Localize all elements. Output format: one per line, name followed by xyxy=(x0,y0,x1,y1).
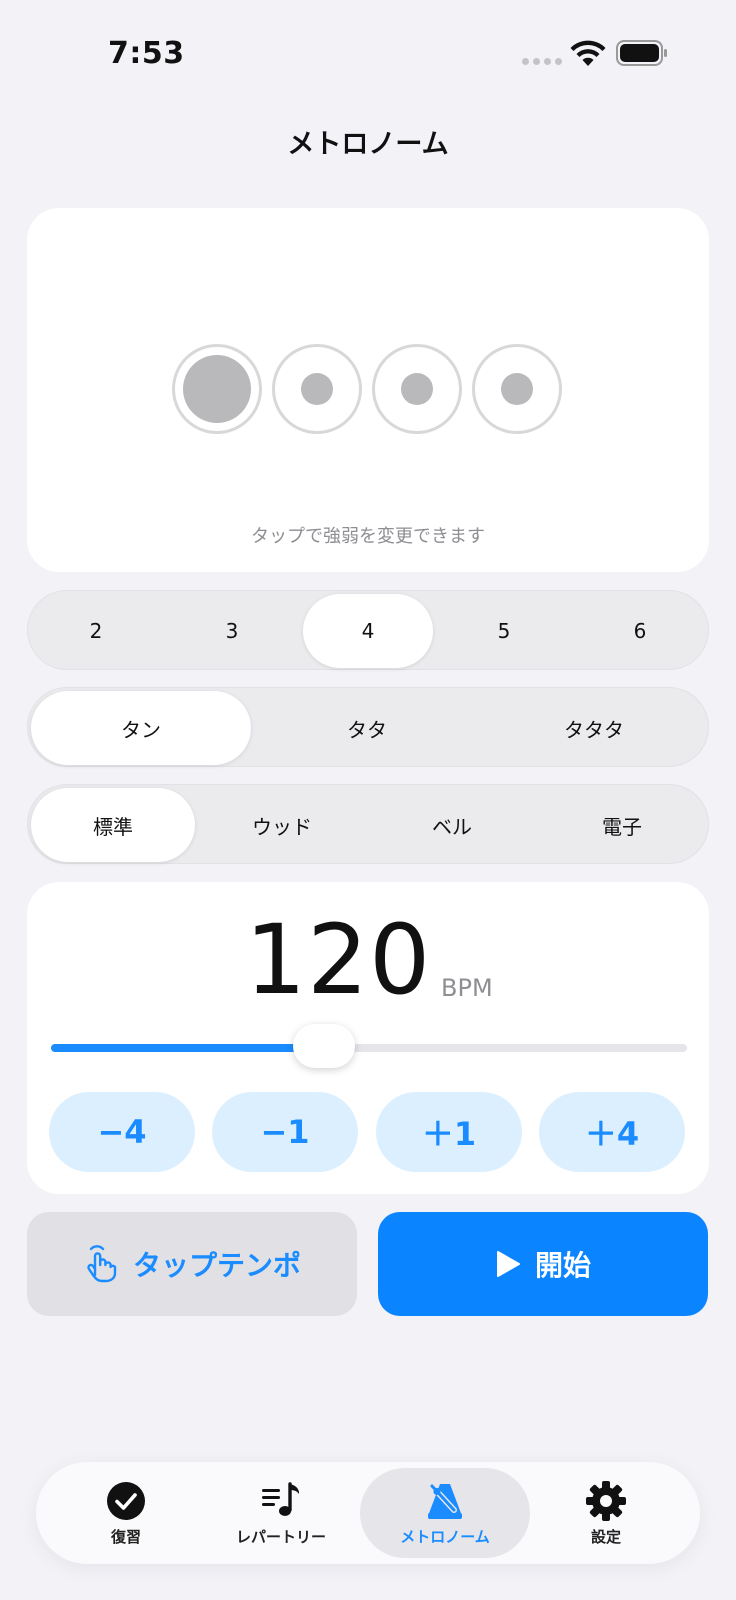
start-button[interactable]: 開始 xyxy=(378,1212,708,1316)
wifi-icon xyxy=(570,40,606,66)
subdivision-option-tatata[interactable]: タタタ xyxy=(483,691,705,765)
tempo-card: 120 BPM −4 −1 ＋1 ＋4 xyxy=(27,882,709,1194)
tap-tempo-label: タップテンポ xyxy=(132,1249,301,1282)
subdivision-selector: タン タタ タタタ xyxy=(27,687,709,767)
beat-dot-icon xyxy=(301,373,333,405)
time-signature-option-4[interactable]: 4 xyxy=(303,594,433,668)
accent-dot-icon xyxy=(183,355,251,423)
tap-hand-icon xyxy=(87,1245,117,1283)
bpm-value: 120 xyxy=(245,904,432,1016)
page-title: メトロノーム xyxy=(287,129,449,160)
beat-dot-icon xyxy=(401,373,433,405)
subdivision-option-tan[interactable]: タン xyxy=(31,691,251,765)
tab-review[interactable]: 復習 xyxy=(56,1468,196,1558)
start-label: 開始 xyxy=(534,1249,591,1282)
checkmark-circle-icon xyxy=(107,1481,145,1520)
decrease-4-button[interactable]: −4 xyxy=(49,1092,195,1172)
tab-metronome[interactable]: メトロノーム xyxy=(360,1468,530,1558)
bpm-unit: BPM xyxy=(441,974,493,1002)
music-list-icon xyxy=(262,1481,299,1516)
sound-option-bell[interactable]: ベル xyxy=(370,788,534,862)
tab-bar: 復習 レパートリー メトロノーム 設定 xyxy=(36,1462,700,1564)
battery-icon xyxy=(616,40,667,66)
subdivision-option-tata[interactable]: タタ xyxy=(256,691,478,765)
beat-3[interactable] xyxy=(372,344,462,434)
beat-2[interactable] xyxy=(272,344,362,434)
tab-repertoire[interactable]: レパートリー xyxy=(206,1468,356,1558)
beat-1-accent[interactable] xyxy=(172,344,262,434)
tab-label: レパートリー xyxy=(235,1527,326,1546)
tempo-slider-thumb[interactable] xyxy=(293,1024,356,1068)
beat-4[interactable] xyxy=(472,344,562,434)
sound-selector: 標準 ウッド ベル 電子 xyxy=(27,784,709,864)
time-signature-option-3[interactable]: 3 xyxy=(167,594,297,668)
gear-icon xyxy=(586,1480,626,1521)
time-signature-option-5[interactable]: 5 xyxy=(439,594,569,668)
tap-tempo-button[interactable]: タップテンポ xyxy=(27,1212,357,1316)
play-icon xyxy=(496,1251,520,1277)
tab-settings[interactable]: 設定 xyxy=(536,1468,676,1558)
increase-4-button[interactable]: ＋4 xyxy=(539,1092,685,1172)
tempo-slider[interactable] xyxy=(51,1024,687,1068)
beats-hint: タップで強弱を変更できます xyxy=(251,526,485,547)
tab-label: 設定 xyxy=(590,1527,621,1546)
metronome-icon xyxy=(428,1482,462,1519)
tab-label: 復習 xyxy=(110,1527,141,1546)
beat-dot-icon xyxy=(501,373,533,405)
tab-label: メトロノーム xyxy=(400,1527,490,1546)
sound-option-wood[interactable]: ウッド xyxy=(200,788,364,862)
status-time: 7:53 xyxy=(108,36,185,71)
tempo-slider-fill xyxy=(51,1044,325,1052)
sound-option-standard[interactable]: 標準 xyxy=(31,788,195,862)
status-bar: 7:53 xyxy=(0,0,736,100)
time-signature-option-6[interactable]: 6 xyxy=(575,594,705,668)
decrease-1-button[interactable]: −1 xyxy=(212,1092,358,1172)
increase-1-button[interactable]: ＋1 xyxy=(376,1092,522,1172)
time-signature-option-2[interactable]: 2 xyxy=(31,594,161,668)
cellular-signal-icon xyxy=(522,58,562,65)
beat-indicators xyxy=(172,344,562,434)
sound-option-electronic[interactable]: 電子 xyxy=(540,788,704,862)
beat-pattern-card: タップで強弱を変更できます xyxy=(27,208,709,572)
time-signature-selector: 2 3 4 5 6 xyxy=(27,590,709,670)
